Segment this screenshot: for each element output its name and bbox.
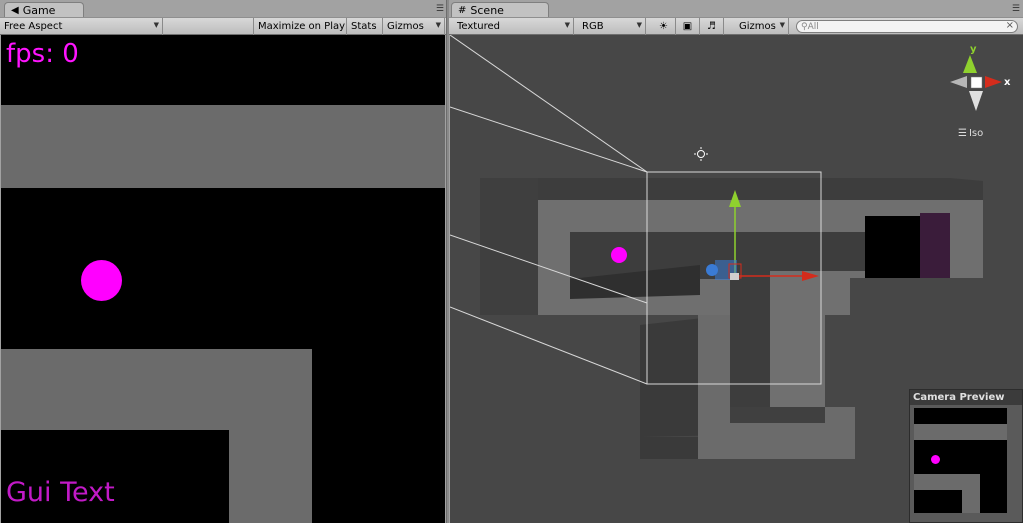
aspect-dropdown-label: Free Aspect bbox=[4, 21, 63, 32]
search-placeholder: All bbox=[807, 21, 819, 32]
lighting-toggle[interactable]: ☀ bbox=[652, 18, 676, 35]
scene-gizmos-label: Gizmos bbox=[739, 21, 776, 32]
game-gizmos-dropdown[interactable]: Gizmos ▼ bbox=[383, 18, 445, 35]
scene-viewport[interactable]: y x ☰ Iso Camera Preview bbox=[450, 35, 1023, 523]
preview-ball bbox=[931, 455, 940, 464]
scene-gizmos-dropdown[interactable]: Gizmos ▼ bbox=[735, 18, 789, 35]
tab-game-label: Game bbox=[22, 4, 56, 17]
stats-button[interactable]: Stats bbox=[347, 18, 383, 35]
search-icon: ⚲ bbox=[801, 21, 808, 32]
tab-scene[interactable]: # Scene bbox=[451, 2, 549, 18]
scene-ball bbox=[611, 247, 627, 263]
menu-icon: ☰ bbox=[958, 128, 967, 139]
preview-wall-top bbox=[914, 424, 1007, 440]
axis-y-label: y bbox=[970, 44, 977, 55]
game-controller-icon: ◀ bbox=[11, 5, 19, 16]
axis-x-label: x bbox=[1004, 77, 1011, 88]
stats-label: Stats bbox=[351, 21, 377, 32]
camera-preview-image bbox=[914, 408, 1007, 513]
maximize-on-play-label: Maximize on Play bbox=[258, 21, 346, 32]
player-ball bbox=[81, 260, 122, 301]
iso-label: Iso bbox=[968, 128, 984, 139]
chevron-down-icon: ▼ bbox=[153, 21, 159, 29]
gui-text: Gui Text bbox=[6, 477, 115, 508]
unity-editor: ◀ Game ☰ Free Aspect ▼ Maximize on Play … bbox=[0, 0, 1023, 523]
color-mode-label: RGB bbox=[582, 21, 604, 32]
tab-scene-label: Scene bbox=[470, 4, 504, 17]
camera-preview-title: Camera Preview bbox=[910, 390, 1022, 405]
maze-lower-left-wall bbox=[698, 315, 730, 411]
maze-lower-right-wall bbox=[770, 271, 850, 423]
grid-icon: # bbox=[458, 5, 467, 16]
image-icon: ▣ bbox=[682, 21, 693, 32]
tab-game[interactable]: ◀ Game bbox=[4, 2, 84, 18]
chevron-down-icon: ▼ bbox=[435, 21, 441, 29]
chevron-down-icon: ▼ bbox=[636, 21, 642, 29]
scene-tabstrip: # Scene ☰ bbox=[449, 0, 1023, 18]
game-toolbar: Free Aspect ▼ Maximize on Play Stats Giz… bbox=[0, 17, 447, 35]
projection-toggle[interactable]: ☰ Iso bbox=[958, 128, 983, 139]
clear-search-icon[interactable]: × bbox=[1006, 20, 1014, 31]
game-panel: ◀ Game ☰ Free Aspect ▼ Maximize on Play … bbox=[0, 0, 447, 523]
chevron-down-icon: ▼ bbox=[779, 21, 785, 29]
tab-menu-icon[interactable]: ☰ bbox=[436, 4, 444, 14]
speaker-icon: ♬ bbox=[707, 21, 716, 32]
scene-search-input[interactable]: ⚲ All × bbox=[796, 20, 1018, 33]
orientation-gizmo bbox=[950, 55, 1002, 111]
maze-top-back bbox=[480, 178, 983, 200]
tab-menu-icon[interactable]: ☰ bbox=[1012, 4, 1020, 14]
game-viewport[interactable]: fps: 0 Gui Text bbox=[1, 35, 445, 523]
aspect-dropdown[interactable]: Free Aspect ▼ bbox=[0, 18, 163, 35]
maze-opening-side bbox=[920, 213, 950, 278]
audio-toggle[interactable]: ♬ bbox=[700, 18, 724, 35]
game-tabstrip: ◀ Game ☰ bbox=[0, 0, 447, 18]
image-effects-toggle[interactable]: ▣ bbox=[676, 18, 700, 35]
scene-toolbar: Textured ▼ RGB ▼ ☀ ▣ ♬ Gizmos ▼ ⚲ All × bbox=[449, 17, 1023, 35]
fps-counter: fps: 0 bbox=[6, 39, 79, 69]
preview-floor bbox=[914, 490, 962, 513]
maximize-on-play-button[interactable]: Maximize on Play bbox=[253, 18, 347, 35]
render-mode-label: Textured bbox=[457, 21, 500, 32]
maze-lower-inner bbox=[730, 407, 825, 423]
maze-lower-shadow bbox=[640, 437, 698, 459]
game-gizmos-label: Gizmos bbox=[387, 21, 424, 32]
scene-panel: # Scene ☰ Textured ▼ RGB ▼ ☀ ▣ ♬ Gizmos … bbox=[449, 0, 1023, 523]
color-mode-dropdown[interactable]: RGB ▼ bbox=[578, 18, 646, 35]
maze-wall-top bbox=[1, 105, 445, 188]
light-gizmo bbox=[694, 147, 708, 161]
maze-left-face bbox=[480, 178, 538, 315]
chevron-down-icon: ▼ bbox=[564, 21, 570, 29]
camera-preview: Camera Preview bbox=[909, 389, 1023, 523]
maze-opening bbox=[865, 216, 920, 278]
render-mode-dropdown[interactable]: Textured ▼ bbox=[453, 18, 574, 35]
sun-icon: ☀ bbox=[659, 21, 668, 32]
